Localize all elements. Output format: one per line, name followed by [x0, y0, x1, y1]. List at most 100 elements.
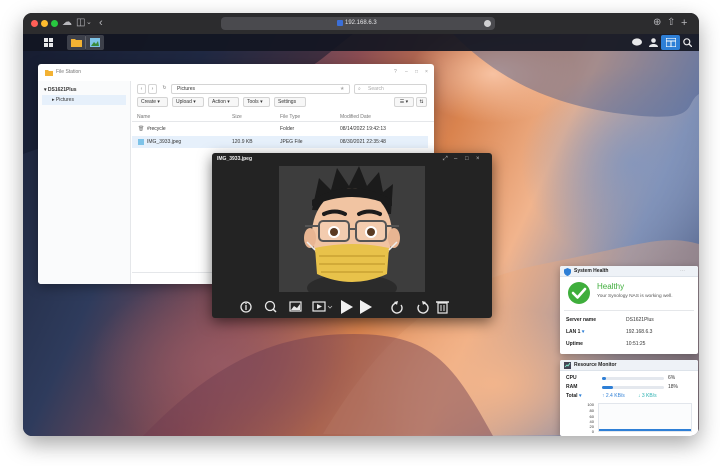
column-size[interactable]: Size — [232, 113, 242, 121]
close-icon[interactable]: × — [476, 155, 480, 163]
minimize-icon[interactable]: – — [405, 68, 408, 76]
tick-label: 100 — [587, 402, 594, 407]
path-text: Pictures — [177, 86, 196, 92]
resource-monitor-header[interactable]: Resource Monitor — [560, 360, 698, 371]
chevron-down-icon[interactable]: ▾ — [582, 329, 585, 335]
help-icon[interactable]: ? — [394, 68, 397, 76]
ram-value: 18% — [668, 384, 679, 390]
tools-button[interactable]: Tools ▾ — [243, 97, 270, 107]
table-row[interactable]: 🗑 #recycle Folder 08/14/2022 19:42:13 — [132, 123, 428, 135]
refresh-icon[interactable]: ↻ — [160, 84, 169, 94]
back-icon[interactable]: ‹ — [99, 17, 103, 29]
browser-window: ☁ ◫ ⌄ ‹ 192.168.6.3 ⊕ ⇧ + File Station ?… — [23, 13, 699, 436]
site-favicon-icon — [337, 20, 343, 26]
total-label: Total ▾ — [566, 393, 582, 399]
previous-icon[interactable] — [341, 300, 353, 314]
info-icon[interactable] — [240, 301, 252, 313]
image-file-icon — [138, 139, 144, 145]
system-health-header[interactable]: System Health ⋯ — [560, 266, 698, 277]
row-type: Folder — [280, 126, 295, 132]
healthy-check-icon — [568, 282, 590, 304]
window-title: File Station — [56, 69, 82, 75]
monitor-icon — [564, 362, 571, 369]
cpu-bar-fill — [602, 377, 606, 380]
folder-icon — [45, 70, 53, 76]
delete-icon[interactable] — [436, 301, 449, 314]
view-list-icon[interactable]: ☰ ▾ — [394, 97, 414, 107]
search-placeholder: Search — [368, 86, 384, 92]
shield-icon — [564, 268, 571, 276]
download-icon[interactable]: ⊕ — [653, 17, 661, 29]
chevron-down-icon[interactable]: ▾ — [579, 393, 582, 399]
column-name[interactable]: Name — [137, 113, 150, 121]
star-icon[interactable]: ★ — [340, 85, 344, 93]
sort-icon[interactable]: ⇅ — [416, 97, 427, 107]
column-type[interactable]: File Type — [280, 113, 300, 121]
chevron-down-icon[interactable]: ⌄ — [86, 17, 92, 29]
row-date: 08/14/2022 19:42:13 — [340, 126, 386, 132]
browser-toolbar: ☁ ◫ ⌄ ‹ 192.168.6.3 ⊕ ⇧ + — [23, 13, 699, 34]
table-row[interactable]: IMG_3933.jpeg 120.9 KB JPEG File 08/30/2… — [132, 136, 428, 148]
file-station-titlebar[interactable]: File Station ? – □ × — [38, 64, 434, 81]
action-button[interactable]: Action ▾ — [208, 97, 239, 107]
new-tab-icon[interactable]: + — [681, 17, 687, 29]
tick-label: 0 — [591, 429, 594, 434]
server-name-label: Server name — [566, 317, 597, 323]
slideshow-icon[interactable] — [312, 301, 333, 312]
column-modified[interactable]: Modified Date — [340, 113, 371, 121]
minimize-icon[interactable]: – — [454, 155, 457, 163]
address-bar[interactable]: 192.168.6.3 — [221, 17, 495, 30]
image-viewer-window: IMG_3933.jpeg ⤢ – □ × — [212, 153, 492, 318]
cpu-label: CPU — [566, 375, 577, 381]
folder-tree: ▾ DS1621Plus ▸ Pictures — [38, 81, 131, 284]
forward-button[interactable]: › — [148, 84, 157, 94]
back-button[interactable]: ‹ — [137, 84, 146, 94]
tree-root-label: DS1621Plus — [47, 87, 77, 93]
upload-button[interactable]: Upload ▾ — [172, 97, 204, 107]
upload-rate: ↑ 2.4 KB/s — [602, 393, 625, 399]
tree-item-label: Pictures — [55, 97, 74, 103]
lan-label: LAN 1 ▾ — [566, 329, 585, 335]
server-name-value: DS1621Plus — [626, 317, 654, 323]
viewer-controls — [212, 293, 492, 318]
share-icon[interactable]: ⇧ — [667, 17, 675, 29]
zoom-icon[interactable] — [264, 300, 277, 313]
row-size: 120.9 KB — [232, 139, 253, 145]
next-icon[interactable] — [360, 300, 372, 314]
path-input[interactable]: Pictures ★ — [171, 84, 350, 94]
trash-icon: 🗑 — [138, 126, 145, 132]
maximize-icon[interactable]: □ — [465, 155, 469, 163]
cpu-bar — [602, 377, 664, 380]
sidebar-icon[interactable]: ◫ — [76, 17, 85, 29]
tree-item-pictures[interactable]: ▸ Pictures — [42, 95, 126, 105]
search-input[interactable]: ⌕ Search — [354, 84, 427, 94]
tree-root[interactable]: ▾ DS1621Plus — [44, 86, 77, 94]
rotate-left-icon[interactable] — [391, 301, 403, 314]
system-health-title: System Health — [574, 268, 609, 274]
main-menu-icon[interactable] — [39, 35, 58, 50]
maximize-icon[interactable]: □ — [415, 68, 418, 76]
fullscreen-icon[interactable]: ⤢ — [443, 155, 448, 163]
address-text: 192.168.6.3 — [345, 20, 377, 26]
settings-button[interactable]: Settings — [274, 97, 306, 107]
widget-menu-icon[interactable]: ⋯ — [680, 268, 685, 275]
resource-monitor-widget: Resource Monitor CPU 6% RAM 18% Total ▾ … — [560, 360, 698, 436]
minimize-window-button[interactable] — [41, 20, 48, 27]
chart-area — [598, 403, 692, 432]
image-viewer-icon[interactable] — [85, 35, 104, 50]
create-button[interactable]: Create ▾ — [137, 97, 168, 107]
image-icon[interactable] — [289, 301, 302, 312]
health-status: Healthy — [597, 282, 625, 291]
close-window-button[interactable] — [31, 20, 38, 27]
reader-icon[interactable] — [484, 20, 491, 27]
row-name: IMG_3933.jpeg — [147, 139, 182, 145]
tick-label: 80 — [589, 408, 594, 413]
zoom-window-button[interactable] — [51, 20, 58, 27]
lan-value: 192.168.6.3 — [626, 329, 653, 335]
search-icon[interactable] — [678, 35, 697, 50]
file-station-icon[interactable] — [67, 35, 86, 50]
rotate-right-icon[interactable] — [417, 301, 429, 314]
viewer-titlebar[interactable]: IMG_3933.jpeg ⤢ – □ × — [212, 153, 492, 165]
close-icon[interactable]: × — [425, 68, 428, 76]
cloud-icon[interactable]: ☁ — [62, 17, 72, 29]
